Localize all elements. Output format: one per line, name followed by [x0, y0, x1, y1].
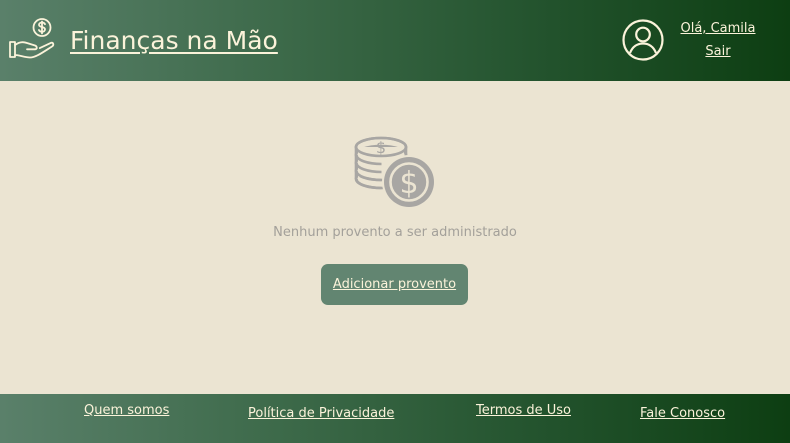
user-circle-icon[interactable] — [622, 19, 664, 61]
main-content: $ $ Nenhum provento a ser administrado A… — [0, 81, 790, 394]
page: Finanças na Mão Olá, Camila Sair $ $ Nen… — [0, 0, 790, 443]
add-income-button[interactable]: Adicionar provento — [321, 264, 468, 305]
brand-link[interactable]: Finanças na Mão — [8, 18, 278, 62]
footer-link-contact[interactable]: Fale Conosco — [640, 406, 725, 421]
hand-holding-dollar-icon — [9, 18, 55, 59]
user-greeting-link[interactable]: Olá, Camila — [672, 21, 764, 36]
footer-link-terms[interactable]: Termos de Uso — [476, 403, 571, 418]
coins-dollar-icon: $ $ — [354, 136, 436, 209]
footer-link-privacy[interactable]: Política de Privacidade — [248, 406, 394, 421]
top-header: Finanças na Mão Olá, Camila Sair — [0, 0, 790, 81]
logout-link[interactable]: Sair — [672, 44, 764, 59]
footer-link-about[interactable]: Quem somos — [84, 403, 169, 418]
app-title: Finanças na Mão — [70, 25, 278, 55]
footer: Quem somos Política de Privacidade Termo… — [0, 394, 790, 443]
svg-text:$: $ — [399, 166, 418, 201]
empty-state-message: Nenhum provento a ser administrado — [273, 225, 517, 240]
svg-text:$: $ — [376, 138, 386, 157]
